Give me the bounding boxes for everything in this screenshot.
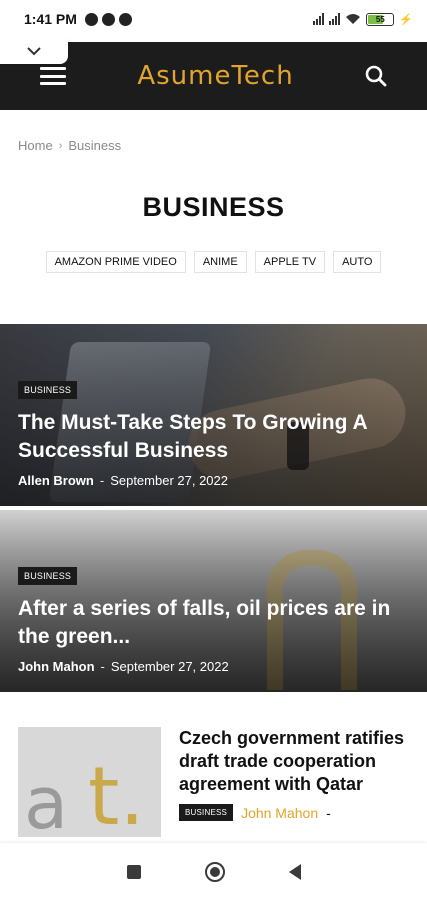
tag-anime[interactable]: ANIME — [193, 251, 247, 273]
tag-apple-tv[interactable]: APPLE TV — [254, 251, 326, 273]
article-author[interactable]: Allen Brown — [18, 473, 94, 488]
recent-apps-button[interactable] — [126, 864, 141, 879]
featured-article[interactable]: BUSINESS The Must-Take Steps To Growing … — [0, 324, 427, 506]
search-icon[interactable] — [363, 63, 389, 89]
article-thumbnail[interactable]: a t. — [18, 727, 161, 837]
breadcrumb: Home › Business — [18, 138, 121, 153]
signal-icon — [329, 13, 341, 25]
category-badge[interactable]: BUSINESS — [179, 804, 234, 821]
status-bar: 1:41 PM 55 ⚡ — [0, 0, 427, 38]
wifi-icon — [346, 14, 361, 24]
home-button[interactable] — [204, 861, 225, 882]
tag-amazon-prime-video[interactable]: AMAZON PRIME VIDEO — [45, 251, 186, 273]
article-title[interactable]: After a series of falls, oil prices are … — [18, 595, 409, 651]
page-title: BUSINESS — [142, 192, 285, 222]
breadcrumb-separator: › — [58, 139, 63, 152]
charging-icon: ⚡ — [399, 13, 413, 26]
system-nav-bar — [0, 843, 427, 900]
article-author[interactable]: John Mahon — [241, 805, 318, 821]
back-button[interactable] — [288, 863, 301, 880]
breadcrumb-home[interactable]: Home — [18, 138, 53, 153]
collapse-toggle[interactable] — [0, 38, 68, 64]
category-badge[interactable]: BUSINESS — [18, 567, 78, 585]
article-meta: BUSINESS John Mahon - — [179, 804, 409, 821]
article-date: September 27, 2022 — [110, 473, 228, 488]
article-meta: John Mahon - September 27, 2022 — [18, 659, 229, 674]
article-title[interactable]: The Must-Take Steps To Growing A Success… — [18, 409, 409, 465]
status-time: 1:41 PM — [24, 11, 77, 27]
battery-icon: 55 — [366, 12, 395, 26]
notification-icon — [101, 12, 115, 26]
site-logo[interactable]: AsumeTech — [137, 61, 293, 91]
chevron-down-icon — [27, 47, 41, 56]
article-title[interactable]: Czech government ratifies draft trade co… — [179, 727, 409, 796]
list-item[interactable]: a t. Czech government ratifies draft tra… — [18, 727, 409, 837]
breadcrumb-current[interactable]: Business — [68, 138, 121, 153]
tag-auto[interactable]: AUTO — [333, 251, 382, 273]
article-author[interactable]: John Mahon — [18, 659, 95, 674]
notification-icon — [84, 12, 98, 26]
featured-article[interactable]: BUSINESS After a series of falls, oil pr… — [0, 510, 427, 692]
article-date: September 27, 2022 — [110, 659, 229, 674]
category-badge[interactable]: BUSINESS — [18, 381, 78, 399]
article-meta: Allen Brown - September 27, 2022 — [18, 473, 228, 488]
hamburger-menu-icon[interactable] — [38, 65, 68, 87]
category-tags: AMAZON PRIME VIDEO ANIME APPLE TV AUTO — [0, 251, 427, 273]
notification-icon — [118, 12, 132, 26]
signal-icon — [313, 13, 325, 25]
